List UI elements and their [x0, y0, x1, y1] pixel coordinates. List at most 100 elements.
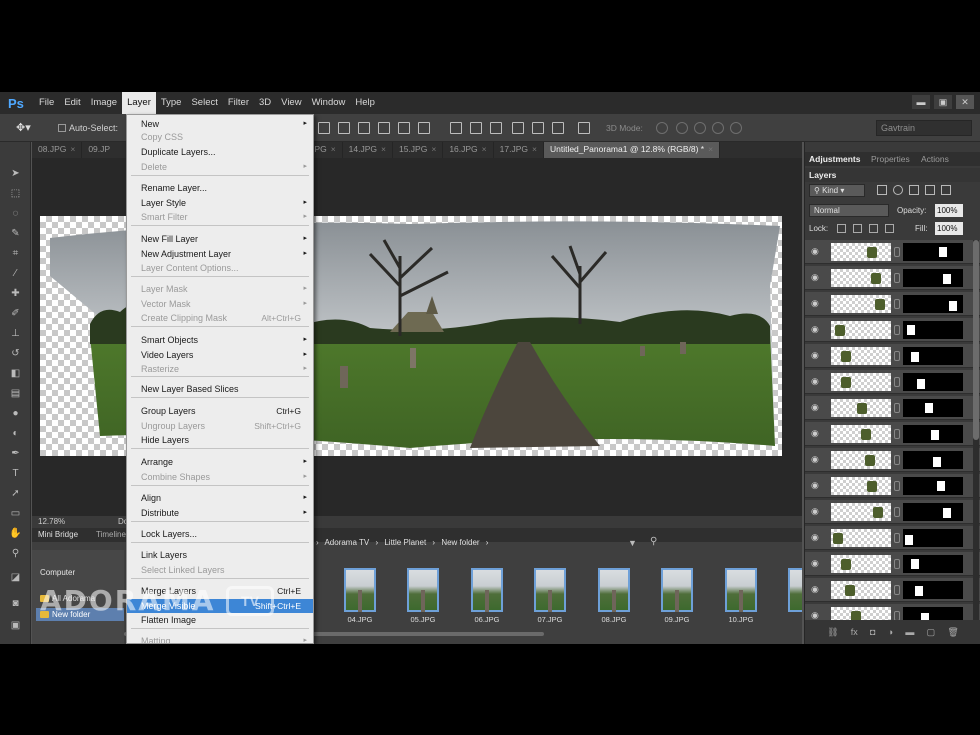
tab-adjustments[interactable]: Adjustments — [809, 154, 860, 164]
mask-link-icon[interactable] — [894, 611, 900, 620]
workspace-select[interactable]: Gavtrain — [876, 120, 972, 136]
menu-window[interactable]: Window — [307, 92, 351, 114]
thumbnail-item[interactable]: 10.JPG — [725, 568, 757, 624]
visibility-eye-icon[interactable]: ◉ — [811, 428, 819, 439]
distribute-vcenter-icon[interactable] — [470, 122, 482, 134]
nav-computer[interactable]: Computer — [40, 568, 75, 577]
mask-link-icon[interactable] — [894, 533, 900, 543]
auto-select-checkbox[interactable]: Auto-Select: — [58, 123, 118, 133]
opacity-input[interactable]: 100% — [935, 204, 963, 217]
search-icon[interactable]: ⚲ — [650, 536, 657, 547]
layer-mask-thumbnail[interactable] — [903, 503, 963, 521]
breadcrumb-item[interactable]: Adorama TV — [324, 538, 369, 547]
visibility-eye-icon[interactable]: ◉ — [811, 584, 819, 595]
visibility-eye-icon[interactable]: ◉ — [811, 272, 819, 283]
visibility-eye-icon[interactable]: ◉ — [811, 246, 819, 257]
minimize-icon[interactable]: ▬ — [912, 95, 930, 109]
crop-tool-icon[interactable]: ⌗ — [9, 248, 22, 260]
3d-rotate-icon[interactable] — [656, 122, 668, 134]
mask-link-icon[interactable] — [894, 481, 900, 491]
align-top-icon[interactable] — [318, 122, 330, 134]
layer-row[interactable]: ◉ — [805, 474, 980, 498]
3d-pan-icon[interactable] — [694, 122, 706, 134]
scrollbar-thumb[interactable] — [973, 240, 979, 440]
visibility-eye-icon[interactable]: ◉ — [811, 350, 819, 361]
mask-link-icon[interactable] — [894, 351, 900, 361]
menu-layer[interactable]: Layer — [122, 92, 156, 114]
layer-mask-thumbnail[interactable] — [903, 269, 963, 287]
doc-tab[interactable]: 14.JPG × — [343, 142, 393, 158]
brush-tool-icon[interactable]: ✐ — [9, 308, 22, 320]
menu-item-align[interactable]: Align ▸ — [127, 491, 313, 505]
layer-mask-thumbnail[interactable] — [903, 451, 963, 469]
hand-tool-icon[interactable]: ✋ — [9, 528, 22, 540]
filter-smart-object-icon[interactable] — [941, 185, 951, 195]
add-mask-icon[interactable]: ◘ — [870, 627, 875, 637]
new-layer-icon[interactable]: ▢ — [927, 627, 936, 638]
menu-item-layer-style[interactable]: Layer Style ▸ — [127, 196, 313, 210]
mask-link-icon[interactable] — [894, 507, 900, 517]
menu-item-video-layers[interactable]: Video Layers ▸ — [127, 348, 313, 362]
visibility-eye-icon[interactable]: ◉ — [811, 298, 819, 309]
new-group-icon[interactable]: ▬ — [905, 627, 914, 637]
zoom-level[interactable]: 12.78% — [38, 517, 65, 526]
layer-row[interactable]: ◉ — [805, 266, 980, 290]
layer-row[interactable]: ◉ — [805, 422, 980, 446]
layer-mask-thumbnail[interactable] — [903, 321, 963, 339]
fx-icon[interactable]: fx — [851, 627, 858, 637]
adjustment-layer-icon[interactable]: ◑ — [888, 627, 893, 637]
mask-link-icon[interactable] — [894, 299, 900, 309]
visibility-eye-icon[interactable]: ◉ — [811, 480, 819, 491]
close-tab-icon[interactable]: × — [482, 144, 487, 154]
color-swatches-icon[interactable]: ◪ — [9, 572, 22, 584]
distribute-right-icon[interactable] — [552, 122, 564, 134]
visibility-eye-icon[interactable]: ◉ — [811, 454, 819, 465]
align-bottom-icon[interactable] — [358, 122, 370, 134]
distribute-left-icon[interactable] — [512, 122, 524, 134]
layer-row[interactable]: ◉ — [805, 240, 980, 264]
menu-item-new-adjustment-layer[interactable]: New Adjustment Layer ▸ — [127, 247, 313, 261]
pen-tool-icon[interactable]: ✒ — [9, 448, 22, 460]
menu-file[interactable]: File — [34, 92, 59, 114]
align-left-icon[interactable] — [378, 122, 390, 134]
layer-mask-thumbnail[interactable] — [903, 555, 963, 573]
healing-brush-tool-icon[interactable]: ✚ — [9, 288, 22, 300]
shape-tool-icon[interactable]: ▭ — [9, 508, 22, 520]
menu-item-link-layers[interactable]: Link Layers — [127, 548, 313, 562]
filter-shape-icon[interactable] — [925, 185, 935, 195]
mask-link-icon[interactable] — [894, 273, 900, 283]
layer-mask-thumbnail[interactable] — [903, 607, 963, 620]
visibility-eye-icon[interactable]: ◉ — [811, 532, 819, 543]
doc-tab[interactable]: 17.JPG × — [494, 142, 544, 158]
menu-item-hide-layers[interactable]: Hide Layers — [127, 433, 313, 447]
doc-tab[interactable]: 16.JPG × — [443, 142, 494, 158]
thumbnail-item[interactable]: 05.JPG — [407, 568, 439, 624]
visibility-eye-icon[interactable]: ◉ — [811, 610, 819, 620]
menu-item-group-layers[interactable]: Group Layers Ctrl+G — [127, 404, 313, 418]
align-right-icon[interactable] — [418, 122, 430, 134]
fill-input[interactable]: 100% — [935, 222, 963, 235]
thumbnail-item[interactable]: 08.JPG — [598, 568, 630, 624]
menu-select[interactable]: Select — [186, 92, 222, 114]
lock-image-icon[interactable] — [853, 224, 862, 233]
layer-row[interactable]: ◉ — [805, 500, 980, 524]
dodge-tool-icon[interactable]: ◐ — [9, 428, 22, 440]
layers-title[interactable]: Layers — [809, 170, 836, 180]
zoom-tool-icon[interactable]: ⚲ — [9, 548, 22, 560]
close-tab-icon[interactable]: × — [70, 144, 75, 154]
layer-mask-thumbnail[interactable] — [903, 399, 963, 417]
breadcrumb-item[interactable]: New folder — [441, 538, 479, 547]
lock-all-icon[interactable] — [885, 224, 894, 233]
doc-tab[interactable]: 08.JPG × — [32, 142, 83, 158]
visibility-eye-icon[interactable]: ◉ — [811, 376, 819, 387]
thumbnail-item[interactable]: 11 — [788, 568, 802, 616]
gradient-tool-icon[interactable]: ▤ — [9, 388, 22, 400]
visibility-eye-icon[interactable]: ◉ — [811, 402, 819, 413]
mask-link-icon[interactable] — [894, 325, 900, 335]
menu-item-smart-objects[interactable]: Smart Objects ▸ — [127, 333, 313, 347]
blur-tool-icon[interactable]: ● — [9, 408, 22, 420]
menu-item-new[interactable]: New ▸ — [127, 117, 313, 131]
filter-icon[interactable]: ▼ — [628, 538, 637, 548]
layer-mask-thumbnail[interactable] — [903, 373, 963, 391]
layer-row[interactable]: ◉ — [805, 552, 980, 576]
